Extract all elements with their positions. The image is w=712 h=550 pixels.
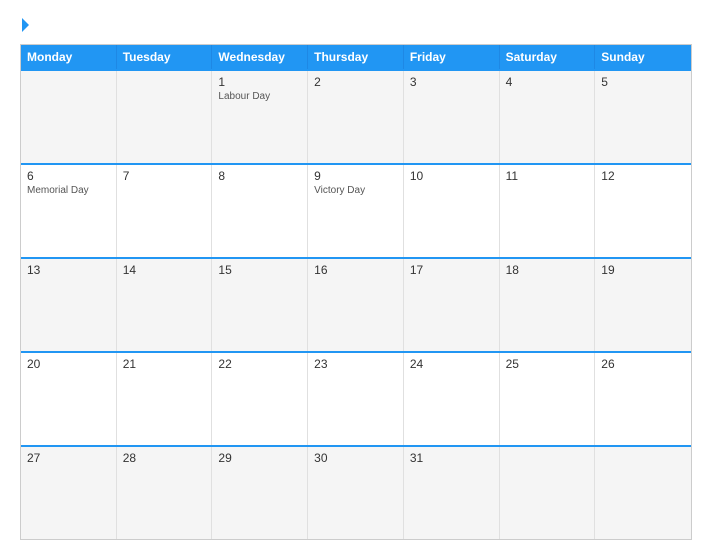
cal-cell: 8 [212, 165, 308, 257]
cal-header-wednesday: Wednesday [212, 45, 308, 69]
cal-cell: 2 [308, 71, 404, 163]
cell-day-number: 9 [314, 169, 397, 183]
header [20, 18, 692, 32]
cal-cell: 13 [21, 259, 117, 351]
cal-cell: 17 [404, 259, 500, 351]
cal-cell: 6 Memorial Day [21, 165, 117, 257]
cal-header-friday: Friday [404, 45, 500, 69]
cal-week-2: 6 Memorial Day 789 Victory Day 10 11 12 [21, 163, 691, 257]
cal-cell [21, 71, 117, 163]
cell-day-number: 31 [410, 451, 493, 465]
cal-cell: 16 [308, 259, 404, 351]
cal-cell [500, 447, 596, 539]
cell-day-number: 7 [123, 169, 206, 183]
cal-week-3: 13 14 15 16 17 18 19 [21, 257, 691, 351]
cell-day-number: 12 [601, 169, 685, 183]
page: MondayTuesdayWednesdayThursdayFridaySatu… [0, 0, 712, 550]
cal-cell: 7 [117, 165, 213, 257]
cell-day-number: 5 [601, 75, 685, 89]
cell-day-number: 1 [218, 75, 301, 89]
cell-day-number: 16 [314, 263, 397, 277]
cal-cell: 1 Labour Day [212, 71, 308, 163]
cell-event-label: Memorial Day [27, 185, 110, 196]
cell-day-number: 18 [506, 263, 589, 277]
cal-cell: 22 [212, 353, 308, 445]
logo [20, 18, 29, 32]
cal-header-saturday: Saturday [500, 45, 596, 69]
cal-cell: 18 [500, 259, 596, 351]
cell-day-number: 30 [314, 451, 397, 465]
cal-cell: 9 Victory Day [308, 165, 404, 257]
cell-day-number: 15 [218, 263, 301, 277]
cell-day-number: 14 [123, 263, 206, 277]
cal-header-tuesday: Tuesday [117, 45, 213, 69]
cell-day-number: 24 [410, 357, 493, 371]
cell-day-number: 2 [314, 75, 397, 89]
cell-event-label: Labour Day [218, 91, 301, 102]
cell-day-number: 22 [218, 357, 301, 371]
cell-day-number: 23 [314, 357, 397, 371]
cal-cell: 4 [500, 71, 596, 163]
cal-cell: 3 [404, 71, 500, 163]
cal-header-sunday: Sunday [595, 45, 691, 69]
logo-triangle-icon [22, 18, 29, 32]
cell-day-number: 25 [506, 357, 589, 371]
calendar: MondayTuesdayWednesdayThursdayFridaySatu… [20, 44, 692, 540]
cell-day-number: 19 [601, 263, 685, 277]
cal-cell: 30 [308, 447, 404, 539]
cell-day-number: 20 [27, 357, 110, 371]
cal-cell: 25 [500, 353, 596, 445]
cal-cell: 19 [595, 259, 691, 351]
cal-cell: 24 [404, 353, 500, 445]
cell-day-number: 26 [601, 357, 685, 371]
cell-day-number: 29 [218, 451, 301, 465]
logo-blue-text [20, 18, 29, 32]
cal-header-monday: Monday [21, 45, 117, 69]
cal-cell: 21 [117, 353, 213, 445]
cal-cell: 15 [212, 259, 308, 351]
cell-day-number: 11 [506, 169, 589, 183]
cal-cell: 10 [404, 165, 500, 257]
cal-cell: 26 [595, 353, 691, 445]
cell-day-number: 8 [218, 169, 301, 183]
cal-cell: 29 [212, 447, 308, 539]
cell-event-label: Victory Day [314, 185, 397, 196]
cal-cell: 5 [595, 71, 691, 163]
cell-day-number: 13 [27, 263, 110, 277]
calendar-body: 1Labour Day23456Memorial Day789Victory D… [21, 69, 691, 539]
cal-week-5: 27 28 29 30 31 [21, 445, 691, 539]
cell-day-number: 10 [410, 169, 493, 183]
cal-cell [117, 71, 213, 163]
cell-day-number: 6 [27, 169, 110, 183]
cell-day-number: 4 [506, 75, 589, 89]
cal-header-thursday: Thursday [308, 45, 404, 69]
cal-cell: 20 [21, 353, 117, 445]
cal-cell: 23 [308, 353, 404, 445]
cal-cell: 11 [500, 165, 596, 257]
cell-day-number: 21 [123, 357, 206, 371]
cell-day-number: 3 [410, 75, 493, 89]
cal-cell: 12 [595, 165, 691, 257]
cal-cell: 31 [404, 447, 500, 539]
cal-cell [595, 447, 691, 539]
cal-cell: 28 [117, 447, 213, 539]
cal-cell: 27 [21, 447, 117, 539]
cell-day-number: 27 [27, 451, 110, 465]
cell-day-number: 28 [123, 451, 206, 465]
cal-cell: 14 [117, 259, 213, 351]
calendar-header-row: MondayTuesdayWednesdayThursdayFridaySatu… [21, 45, 691, 69]
cal-week-4: 20 21 22 23 24 25 26 [21, 351, 691, 445]
cal-week-1: 1 Labour Day 2345 [21, 69, 691, 163]
cell-day-number: 17 [410, 263, 493, 277]
